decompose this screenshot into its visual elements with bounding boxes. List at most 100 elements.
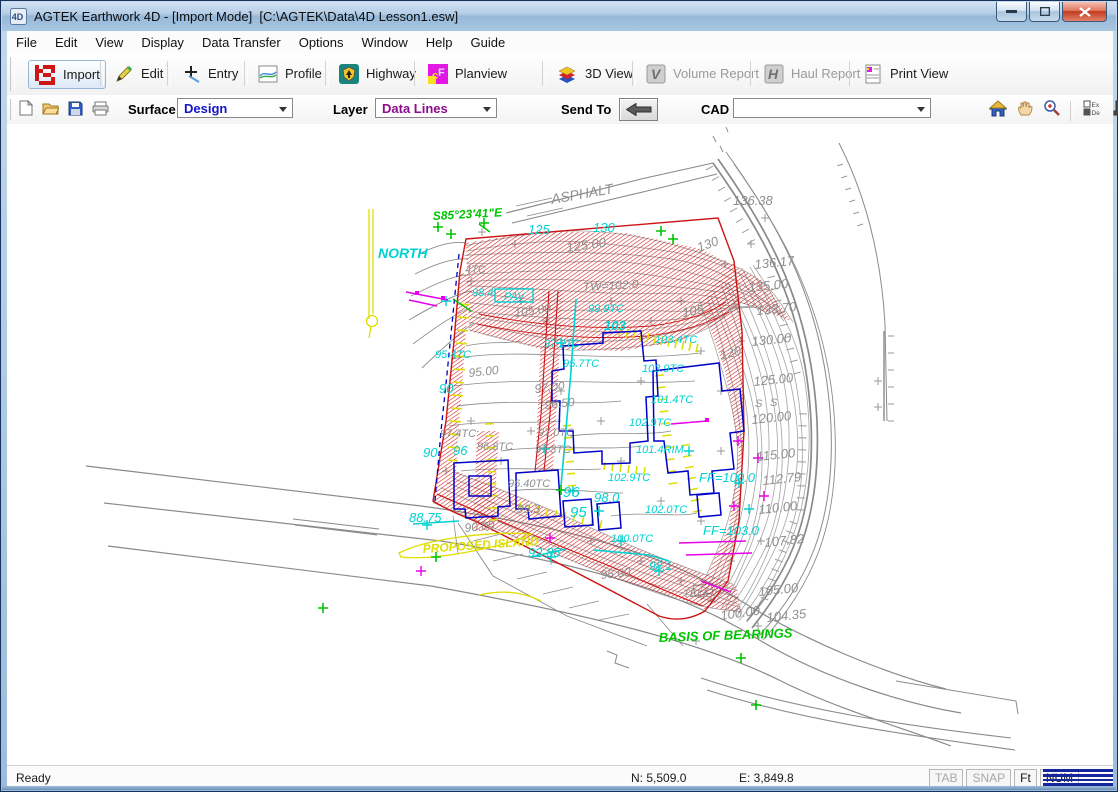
svg-text:F: F: [438, 67, 445, 79]
planview-icon: cF: [428, 64, 448, 84]
menu-item-edit[interactable]: Edit: [46, 32, 86, 53]
toolbar-grip[interactable]: [10, 99, 15, 120]
cad-label: 95: [570, 504, 587, 521]
app-window: 4D AGTEK Earthwork 4D - [Import Mode] [C…: [0, 0, 1118, 792]
menu-item-options[interactable]: Options: [290, 32, 353, 53]
toolbar-separator: [325, 61, 329, 86]
toolbar-button-label: Volume Report: [673, 66, 759, 81]
toolbar-button-volume-report[interactable]: VVolume Report: [641, 60, 764, 87]
cad-label: 98.1: [649, 559, 672, 573]
toolbar-button-edit[interactable]: Edit: [109, 60, 168, 87]
cad-label: FF=100.0: [699, 470, 756, 485]
highway-shield-icon: [339, 64, 359, 84]
toolbar-button-label: Highway: [366, 66, 416, 81]
toolbar-button-print-view[interactable]: Print View: [858, 60, 953, 87]
toolbar-button-planview[interactable]: cF Planview: [423, 60, 512, 87]
toolbar-separator: [167, 61, 171, 86]
exde-button[interactable]: ExDe: [1083, 100, 1102, 121]
menu-item-window[interactable]: Window: [353, 32, 417, 53]
crosshair-icon: [181, 64, 201, 84]
restore-button[interactable]: [1029, 2, 1060, 22]
home-icon: [989, 104, 1007, 121]
menu-item-guide[interactable]: Guide: [462, 32, 515, 53]
menu-item-data-transfer[interactable]: Data Transfer: [193, 32, 290, 53]
file-buttons: [19, 100, 109, 121]
cad-label: 88.75: [409, 510, 442, 525]
home-button[interactable]: [989, 100, 1007, 122]
toolbar-grip[interactable]: [10, 57, 15, 91]
menu-item-file[interactable]: File: [7, 32, 46, 53]
open-button[interactable]: [42, 101, 59, 120]
print-button[interactable]: [92, 101, 109, 121]
cad-label: 102.0TC: [645, 504, 687, 516]
pencil-icon: [114, 64, 134, 84]
pan-button[interactable]: [1016, 99, 1034, 122]
cad-combobox[interactable]: [733, 98, 931, 118]
send-to-label: Send To: [561, 102, 611, 117]
cad-label: 90: [439, 381, 454, 396]
cad-label: 97.0TC: [538, 427, 574, 439]
resize-grip[interactable]: [1043, 768, 1113, 787]
cad-label: 103: [604, 318, 626, 333]
walk-button[interactable]: [1111, 100, 1118, 121]
new-button[interactable]: [19, 100, 33, 121]
minimize-button[interactable]: [996, 2, 1027, 22]
cad-label: 95.4TC: [435, 349, 471, 361]
cad-canvas[interactable]: ASPHALTS85°23'41"ENORTH125130136.38125.0…: [7, 124, 1113, 765]
window-title: AGTEK Earthwork 4D - [Import Mode] [C:\A…: [34, 9, 458, 24]
chevron-down-icon: [483, 107, 491, 112]
menu-item-help[interactable]: Help: [417, 32, 462, 53]
save-button[interactable]: [68, 101, 83, 121]
haul-report-icon: H: [764, 64, 784, 84]
cad-label: S: [755, 398, 763, 410]
cad-label: NORTH: [378, 245, 428, 261]
toolbar-button-label: Planview: [455, 66, 507, 81]
toolbar-separator: [244, 61, 248, 86]
easting-readout: E: 3,849.8: [739, 771, 794, 785]
save-icon: [68, 103, 83, 120]
cad-label: S: [770, 397, 778, 409]
status-toggle-snap[interactable]: SNAP: [966, 769, 1011, 787]
cad-label: 99.3: [517, 502, 541, 516]
toolbar-separator: [414, 61, 418, 86]
cad-label: 102.9TC: [629, 417, 671, 429]
surface-label: Surface: [128, 102, 176, 117]
secondary-toolbar: Surface Design Layer Data Lines Send To …: [7, 95, 1113, 125]
surface-value: Design: [184, 101, 227, 116]
print-view-icon: [863, 64, 883, 84]
close-button[interactable]: [1062, 2, 1107, 22]
app-icon: 4D: [10, 8, 27, 25]
cad-label: TELE: [683, 588, 711, 600]
svg-text:De: De: [1092, 110, 1101, 116]
toolbar-separator: [750, 61, 754, 86]
toolbar-button-import[interactable]: Import: [28, 60, 106, 89]
cad-label: 102.9TC: [608, 472, 650, 484]
title-bar[interactable]: 4D AGTEK Earthwork 4D - [Import Mode] [C…: [2, 2, 1116, 31]
menu-item-view[interactable]: View: [86, 32, 132, 53]
menu-item-display[interactable]: Display: [132, 32, 193, 53]
cad-label: 96.8TC: [477, 441, 513, 453]
zoom-button[interactable]: [1043, 99, 1061, 122]
cad-label: 90: [423, 445, 438, 460]
send-to-button[interactable]: [619, 98, 658, 121]
cad-label: 103.9TC: [642, 363, 684, 375]
toolbar-button-label: Entry: [208, 66, 238, 81]
cad-label: 98.0: [594, 490, 620, 505]
toolbar-button-highway[interactable]: Highway: [334, 60, 421, 87]
status-toggle-ft[interactable]: Ft: [1014, 769, 1037, 787]
boot-icon: [1111, 103, 1118, 120]
layer-label: Layer: [333, 102, 368, 117]
toolbar-button-3d-view[interactable]: 3D View: [551, 60, 638, 87]
toolbar-button-profile[interactable]: Profile: [253, 60, 327, 87]
main-toolbar: ImportEdit Entry Profile Highway cF Planview 3…: [7, 53, 1113, 96]
cad-label: FF=103.0: [703, 523, 760, 538]
toolbar-separator: [100, 61, 104, 86]
cad-label: 96: [453, 443, 468, 458]
toolbar-button-entry[interactable]: Entry: [176, 60, 243, 87]
three-d-view-icon: [556, 63, 578, 85]
status-toggle-tab[interactable]: TAB: [929, 769, 963, 787]
svg-text:H: H: [768, 66, 779, 82]
layer-combobox[interactable]: Data Lines: [375, 98, 497, 118]
surface-combobox[interactable]: Design: [177, 98, 293, 118]
cad-label: 130: [593, 220, 615, 235]
